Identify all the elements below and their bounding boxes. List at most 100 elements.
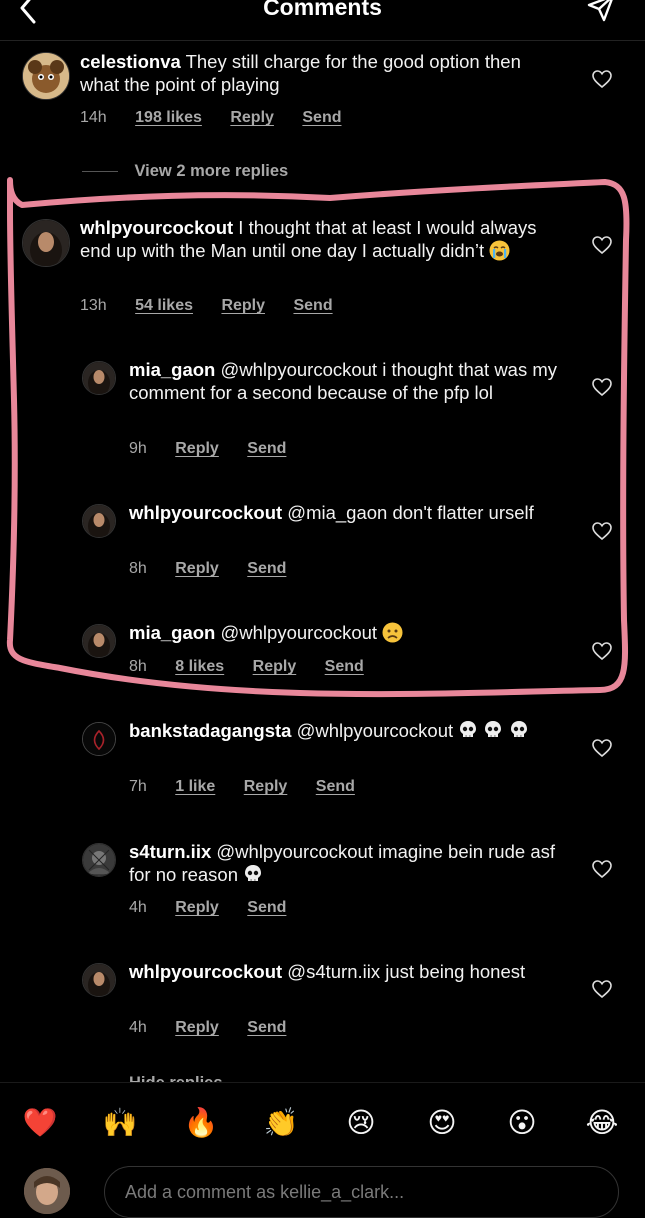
comment-text: mia_gaon @whlpyourcockout i thought that…	[129, 359, 561, 404]
comment-text: celestionva They still charge for the go…	[80, 51, 550, 96]
reply-button[interactable]: Reply	[175, 1019, 219, 1036]
reply-button[interactable]: Reply	[253, 658, 297, 675]
avatar-image	[83, 964, 115, 996]
like-heart-icon[interactable]	[592, 860, 612, 878]
avatar-image	[23, 220, 69, 266]
comment-meta: 7h 1 like Reply Send	[129, 778, 379, 796]
reaction-fire-icon[interactable]: 🔥	[183, 1105, 219, 1141]
avatar-image	[83, 625, 115, 657]
send-button[interactable]: Send	[293, 297, 332, 314]
reaction-raising-hands-icon[interactable]: 🙌	[102, 1105, 138, 1141]
likes-link[interactable]: 54 likes	[135, 297, 193, 314]
reply-button[interactable]: Reply	[175, 560, 219, 577]
comment-meta: 8h Reply Send	[129, 560, 310, 578]
avatar[interactable]	[82, 722, 116, 756]
hide-replies-button[interactable]: Hide replies	[129, 1072, 223, 1082]
like-heart-icon[interactable]	[592, 70, 612, 88]
comment-meta: 14h 198 likes Reply Send	[80, 109, 366, 127]
my-avatar[interactable]	[24, 1168, 70, 1214]
comment-time: 9h	[129, 440, 147, 457]
avatar[interactable]	[82, 361, 116, 395]
likes-link[interactable]: 8 likes	[175, 658, 224, 675]
comment-meta: 13h 54 likes Reply Send	[80, 297, 357, 315]
like-heart-icon[interactable]	[592, 739, 612, 757]
reaction-laughing-icon[interactable]: 😂	[584, 1105, 620, 1141]
send-button[interactable]: Send	[302, 109, 341, 126]
reaction-surprised-icon[interactable]: 😮	[504, 1105, 540, 1141]
comment-username[interactable]: s4turn.iix	[129, 841, 211, 862]
skull-emoji-icon	[509, 720, 529, 740]
like-heart-icon[interactable]	[592, 980, 612, 998]
comment-input[interactable]	[104, 1166, 619, 1218]
comment-username[interactable]: celestionva	[80, 51, 181, 72]
reply-button[interactable]: Reply	[175, 440, 219, 457]
like-heart-icon[interactable]	[592, 522, 612, 540]
reply-button[interactable]: Reply	[175, 899, 219, 916]
comment-body: @s4turn.iix just being honest	[287, 961, 526, 982]
comment-username[interactable]: bankstadagangsta	[129, 720, 291, 741]
skull-emoji-icon	[458, 720, 478, 740]
comment-meta: 8h 8 likes Reply Send	[129, 658, 388, 676]
comment-time: 4h	[129, 1019, 147, 1036]
send-button[interactable]: Send	[325, 658, 364, 675]
likes-link[interactable]: 198 likes	[135, 109, 202, 126]
skull-emoji-icon	[243, 864, 263, 884]
comment-meta: 9h Reply Send	[129, 440, 310, 458]
comment-username[interactable]: mia_gaon	[129, 359, 215, 380]
send-button[interactable]: Send	[316, 778, 355, 795]
reaction-bar: ❤️ 🙌 🔥 👏 😢 😍 😮 😂	[0, 1082, 645, 1161]
loudly-crying-emoji-icon	[489, 240, 510, 261]
view-more-replies[interactable]: View 2 more replies	[82, 162, 288, 184]
comment-composer	[0, 1160, 645, 1218]
avatar-image	[83, 844, 115, 876]
comment-time: 4h	[129, 899, 147, 916]
like-heart-icon[interactable]	[592, 378, 612, 396]
avatar-image	[83, 505, 115, 537]
avatar[interactable]	[82, 843, 116, 877]
reaction-crying-icon[interactable]: 😢	[343, 1105, 379, 1141]
comment-time: 13h	[80, 297, 107, 314]
comment-meta: 4h Reply Send	[129, 1019, 310, 1037]
avatar-image	[83, 362, 115, 394]
comment-time: 8h	[129, 560, 147, 577]
like-heart-icon[interactable]	[592, 642, 612, 660]
comment-username[interactable]: whlpyourcockout	[129, 502, 282, 523]
send-button[interactable]: Send	[247, 440, 286, 457]
avatar-image	[24, 1168, 70, 1214]
view-more-label[interactable]: View 2 more replies	[134, 162, 288, 180]
comment-meta: 4h Reply Send	[129, 899, 310, 917]
comment-body: @whlpyourcockout	[220, 622, 378, 643]
send-button[interactable]: Send	[247, 560, 286, 577]
avatar[interactable]	[82, 624, 116, 658]
send-button[interactable]: Send	[247, 899, 286, 916]
avatar[interactable]	[22, 52, 70, 100]
comment-username[interactable]: whlpyourcockout	[129, 961, 282, 982]
skull-emoji-icon	[483, 720, 503, 740]
comment-text: whlpyourcockout @mia_gaon don't flatter …	[129, 502, 549, 525]
reaction-clapping-icon[interactable]: 👏	[263, 1105, 299, 1141]
avatar[interactable]	[22, 219, 70, 267]
like-heart-icon[interactable]	[592, 236, 612, 254]
comment-time: 8h	[129, 658, 147, 675]
reply-button[interactable]: Reply	[221, 297, 265, 314]
avatar-image	[23, 53, 69, 99]
reaction-red-heart-icon[interactable]: ❤️	[22, 1105, 58, 1141]
comment-text: bankstadagangsta @whlpyourcockout	[129, 720, 569, 743]
avatar[interactable]	[82, 504, 116, 538]
reply-button[interactable]: Reply	[230, 109, 274, 126]
likes-link[interactable]: 1 like	[175, 778, 215, 795]
share-send-icon[interactable]	[587, 0, 615, 22]
reaction-heart-eyes-icon[interactable]: 😍	[424, 1105, 460, 1141]
hide-replies-label: Hide replies	[129, 1074, 223, 1082]
comment-username[interactable]: mia_gaon	[129, 622, 215, 643]
avatar[interactable]	[82, 963, 116, 997]
comment-text: s4turn.iix @whlpyourcockout imagine bein…	[129, 841, 569, 886]
reply-button[interactable]: Reply	[244, 778, 288, 795]
send-button[interactable]: Send	[247, 1019, 286, 1036]
comment-time: 7h	[129, 778, 147, 795]
comment-text: whlpyourcockout I thought that at least …	[80, 217, 560, 262]
divider-line	[82, 171, 118, 172]
comment-text: whlpyourcockout @s4turn.iix just being h…	[129, 961, 569, 984]
avatar-image	[83, 723, 115, 755]
comment-username[interactable]: whlpyourcockout	[80, 217, 233, 238]
